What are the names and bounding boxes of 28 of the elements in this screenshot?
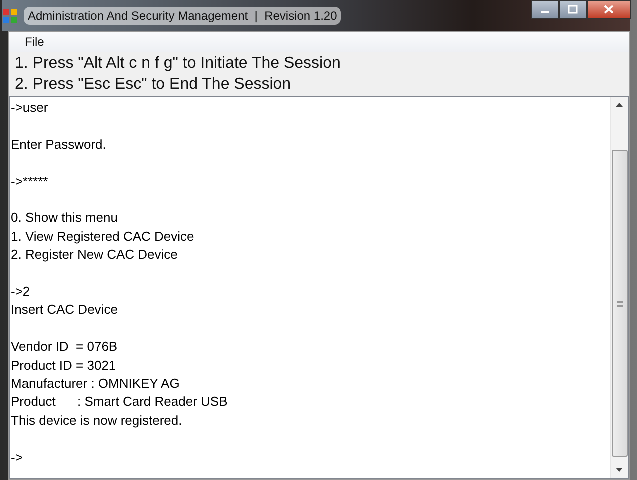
instruction-text: 1. Press "Alt Alt c n f g" to Initiate The Session bbox=[15, 54, 342, 74]
maximize-icon bbox=[568, 5, 578, 14]
console-line: Enter Password. bbox=[11, 136, 108, 154]
console-line: 1. View Registered CAC Device bbox=[11, 228, 196, 246]
console-line: ->***** bbox=[11, 172, 50, 191]
console-line: ->2 bbox=[11, 283, 32, 301]
scroll-up-icon[interactable] bbox=[616, 103, 623, 107]
console-line: 0. Show this menu bbox=[11, 209, 119, 228]
console-line: -> bbox=[11, 448, 24, 467]
console-line: Product : Smart Card Reader USB bbox=[11, 393, 229, 412]
scrollbar-thumb[interactable] bbox=[612, 150, 628, 457]
minimize-button[interactable] bbox=[531, 0, 559, 19]
console-line: 2. Register New CAC Device bbox=[11, 246, 179, 264]
console-line: Insert CAC Device bbox=[11, 301, 119, 320]
console-line: Vendor ID = 076B bbox=[11, 338, 119, 356]
instruction-text: 2. Press "Esc Esc" to End The Session bbox=[15, 75, 292, 95]
console-line: Manufacturer : OMNIKEY AG bbox=[11, 375, 181, 394]
console-line: Product ID = 3021 bbox=[11, 356, 118, 375]
console-line: This device is now registered. bbox=[11, 412, 184, 430]
maximize-button[interactable] bbox=[559, 0, 587, 19]
scrollbar[interactable] bbox=[610, 97, 628, 478]
close-icon bbox=[604, 5, 614, 14]
scroll-down-icon[interactable] bbox=[616, 468, 623, 472]
app-icon bbox=[2, 8, 18, 24]
console-line: ->user bbox=[11, 99, 50, 117]
window-title: Administration And Security Management | Revision 1.20 bbox=[24, 6, 342, 24]
menu-item[interactable]: File bbox=[25, 35, 44, 49]
close-button[interactable] bbox=[587, 0, 631, 19]
